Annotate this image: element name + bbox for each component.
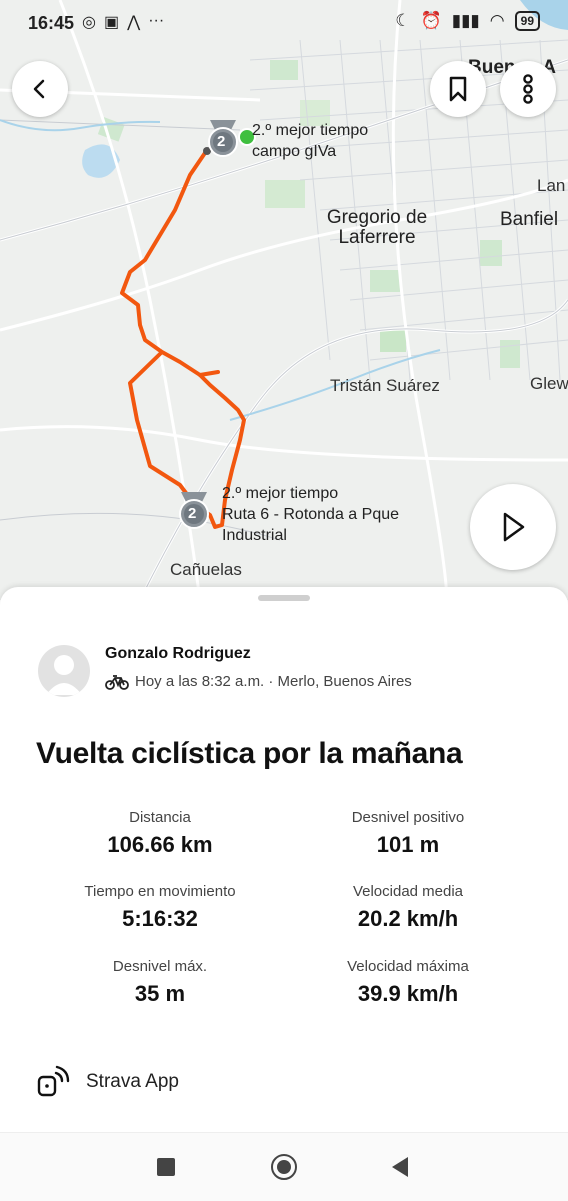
activity-sheet[interactable]: Gonzalo Rodriguez Hoy a las 8:32 a.m. · …	[0, 587, 568, 1132]
back-nav-button[interactable]	[390, 1156, 410, 1178]
segment-label-2[interactable]: 2.º mejor tiempo Ruta 6 - Rotonda a Pque…	[222, 483, 399, 546]
more-vertical-icon	[523, 74, 533, 104]
play-flyover-button[interactable]	[470, 484, 556, 570]
segment-label-1[interactable]: 2.º mejor tiempo campo gIVa	[252, 120, 368, 162]
stat-value: 39.9 km/h	[357, 981, 459, 1006]
segment-1-title: 2.º mejor tiempo	[252, 122, 369, 139]
bike-icon	[105, 674, 129, 690]
segment-2-name-line2: Industrial	[222, 527, 287, 544]
map-label-gregorio: Gregorio de Laferrere	[326, 207, 428, 248]
activity-meta: Hoy a las 8:32 a.m. · Merlo, Buenos Aire…	[105, 673, 412, 690]
save-route-button[interactable]	[430, 61, 486, 117]
map-label-canuelas: Cañuelas	[170, 560, 242, 579]
segment-2-name: Ruta 6 - Rotonda a Pque	[222, 506, 400, 523]
stat-value: 101 m	[376, 832, 440, 857]
stat-value: 35 m	[134, 981, 186, 1006]
signal-icon: ▮▮▮	[451, 11, 480, 30]
stat-label: Tiempo en movimiento	[84, 883, 236, 900]
recents-button[interactable]	[157, 1158, 175, 1176]
stat-avg-speed: Velocidad media 20.2 km/h	[288, 883, 528, 932]
stat-label: Desnivel positivo	[351, 809, 465, 826]
avatar[interactable]	[38, 645, 90, 697]
activity-map[interactable]: Buenos A Gregorio de Laferrere Banfiel L…	[0, 0, 568, 600]
stat-label: Velocidad máxima	[347, 958, 469, 975]
battery-icon: 99	[514, 11, 540, 31]
stat-label: Desnivel máx.	[112, 958, 208, 975]
map-label-tristan: Tristán Suárez	[330, 376, 440, 395]
stat-max-speed: Velocidad máxima 39.9 km/h	[288, 958, 528, 1007]
bookmark-icon	[449, 76, 467, 102]
device-signal-icon	[37, 1065, 70, 1097]
map-label-glew: Glew	[530, 374, 568, 393]
medal-rank: 2	[217, 133, 226, 150]
strava-icon: ⋀	[127, 14, 141, 31]
device-name: Strava App	[86, 1071, 179, 1092]
whatsapp-icon: ◎	[82, 14, 96, 31]
stat-value: 106.66 km	[107, 832, 213, 857]
back-button[interactable]	[12, 61, 68, 117]
home-button[interactable]	[271, 1154, 297, 1180]
chevron-left-icon	[33, 79, 45, 99]
segment-2-title: 2.º mejor tiempo	[222, 485, 339, 502]
system-nav-bar	[0, 1132, 568, 1201]
status-bar: 16:45 ◎ ▣ ⋀ ··· ☾ ⏰ ▮▮▮ ◠ 99	[0, 0, 568, 46]
notification-icons: ◎ ▣ ⋀ ···	[82, 12, 164, 32]
stat-value: 5:16:32	[122, 906, 198, 931]
play-icon	[503, 512, 525, 542]
segment-1-name: campo gIVa	[252, 143, 337, 160]
medal-rank: 2	[188, 505, 197, 522]
home-dot-icon	[277, 1160, 291, 1174]
athlete-name[interactable]: Gonzalo Rodriguez	[105, 645, 251, 663]
map-label-banfield: Banfiel	[500, 209, 559, 230]
segment-medal-2[interactable]: 2	[177, 490, 211, 535]
drag-handle[interactable]	[258, 595, 310, 601]
user-placeholder-icon	[46, 655, 82, 695]
stat-value: 20.2 km/h	[357, 906, 459, 931]
stat-distance: Distancia 106.66 km	[40, 809, 280, 858]
stat-max-elevation: Desnivel máx. 35 m	[40, 958, 280, 1007]
stat-elevation-gain: Desnivel positivo 101 m	[288, 809, 528, 858]
segment-medal-1[interactable]: 2	[206, 118, 240, 163]
stat-label: Velocidad media	[352, 883, 464, 900]
status-time: 16:45	[28, 13, 75, 33]
alarm-icon: ⏰	[420, 11, 442, 30]
system-icons: ☾ ⏰ ▮▮▮ ◠ 99	[395, 11, 540, 31]
stat-moving-time: Tiempo en movimiento 5:16:32	[40, 883, 280, 932]
device-row[interactable]: Strava App	[36, 1065, 179, 1099]
wifi-icon: ◠	[489, 11, 505, 30]
more-notifications-icon: ···	[148, 12, 165, 29]
stat-label: Distancia	[129, 809, 191, 826]
map-label-lanus: Lan	[537, 176, 566, 195]
more-options-button[interactable]	[500, 61, 556, 117]
dnd-moon-icon: ☾	[395, 11, 411, 30]
message-icon: ▣	[103, 14, 120, 31]
activity-title: Vuelta ciclística por la mañana	[36, 737, 463, 770]
activity-date-location: Hoy a las 8:32 a.m. · Merlo, Buenos Aire…	[135, 673, 412, 690]
